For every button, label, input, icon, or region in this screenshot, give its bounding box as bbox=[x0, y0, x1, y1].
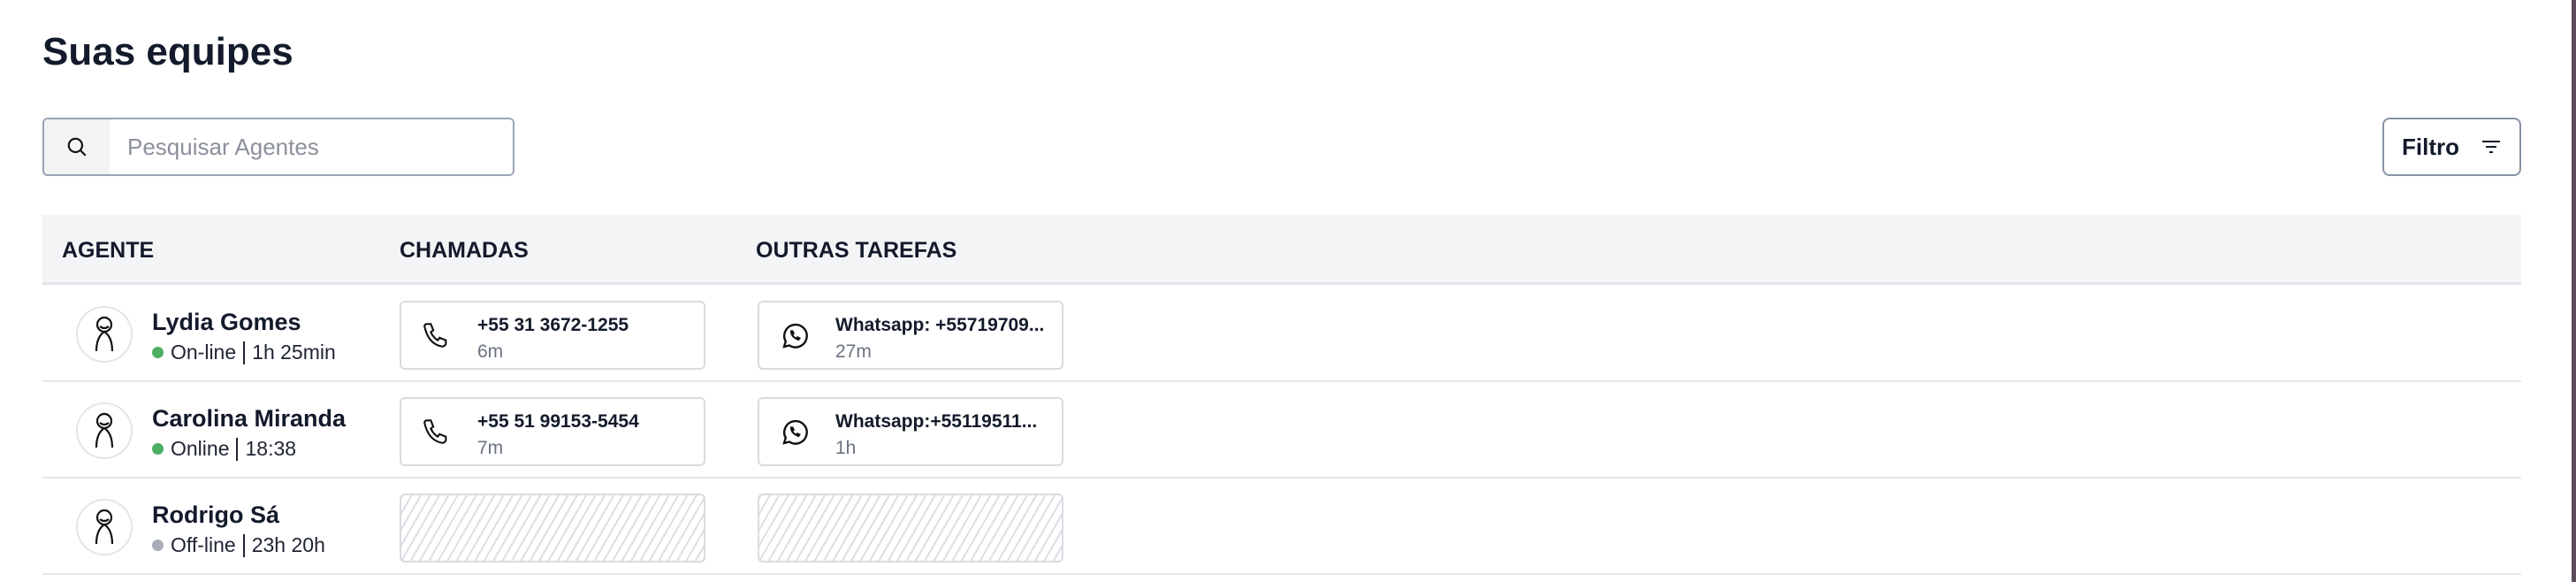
phone-icon bbox=[421, 417, 451, 451]
status-duration: 1h 25min bbox=[252, 341, 336, 364]
table-row[interactable]: Carolina Miranda Online 18:38 +55 51 99153… bbox=[42, 382, 2521, 479]
search-input[interactable] bbox=[110, 119, 513, 174]
column-header-agent: AGENTE bbox=[62, 238, 155, 263]
call-card[interactable]: +55 31 3672-1255 6m bbox=[400, 301, 705, 370]
task-time: 27m bbox=[835, 341, 872, 362]
separator bbox=[243, 341, 246, 364]
avatar-icon bbox=[76, 402, 133, 459]
page-title: Suas equipes bbox=[42, 30, 293, 73]
task-card[interactable]: Whatsapp:+55119511... 1h bbox=[758, 397, 1063, 466]
agent-name: Rodrigo Sá bbox=[152, 502, 280, 528]
call-time: 7m bbox=[477, 438, 504, 458]
task-label: Whatsapp: +55719709... bbox=[835, 315, 1045, 335]
whatsapp-icon bbox=[779, 417, 811, 453]
task-time: 1h bbox=[835, 438, 857, 458]
phone-icon bbox=[421, 320, 451, 355]
empty-task-slot bbox=[758, 494, 1063, 563]
empty-call-slot bbox=[400, 494, 705, 563]
task-label: Whatsapp:+55119511... bbox=[835, 411, 1038, 432]
search-icon bbox=[44, 119, 110, 174]
call-card[interactable]: +55 51 99153-5454 7m bbox=[400, 397, 705, 466]
table-row[interactable]: Rodrigo Sá Off-line 23h 20h bbox=[42, 479, 2521, 575]
status-dot bbox=[152, 443, 164, 455]
call-time: 6m bbox=[477, 341, 504, 362]
whatsapp-icon bbox=[779, 320, 811, 356]
filter-button[interactable]: Filtro bbox=[2382, 118, 2521, 176]
status-duration: 23h 20h bbox=[251, 533, 325, 556]
agent-name: Carolina Miranda bbox=[152, 405, 347, 432]
task-card[interactable]: Whatsapp: +55719709... 27m bbox=[758, 301, 1063, 370]
column-header-other-tasks: OUTRAS TAREFAS bbox=[756, 238, 957, 263]
status-label: On-line bbox=[171, 341, 237, 364]
agent-status: On-line 1h 25min bbox=[152, 341, 336, 364]
search-box[interactable] bbox=[42, 118, 514, 176]
status-dot bbox=[152, 540, 164, 551]
status-duration: 18:38 bbox=[245, 437, 297, 460]
separator bbox=[236, 437, 239, 461]
filter-label: Filtro bbox=[2402, 133, 2459, 160]
status-dot bbox=[152, 347, 164, 358]
table-row[interactable]: Lydia Gomes On-line 1h 25min +55 31 3672-1… bbox=[42, 286, 2521, 382]
window-edge bbox=[2572, 0, 2576, 582]
status-label: Off-line bbox=[171, 533, 236, 556]
agent-status: Off-line 23h 20h bbox=[152, 533, 325, 557]
agent-status: Online 18:38 bbox=[152, 437, 296, 461]
call-number: +55 31 3672-1255 bbox=[477, 315, 629, 335]
column-header-calls: CHAMADAS bbox=[400, 238, 529, 263]
agent-name: Lydia Gomes bbox=[152, 309, 301, 335]
filter-icon bbox=[2482, 141, 2500, 153]
separator bbox=[242, 533, 245, 557]
avatar-icon bbox=[76, 306, 133, 363]
table-header: AGENTE CHAMADAS OUTRAS TAREFAS bbox=[42, 215, 2521, 285]
call-number: +55 51 99153-5454 bbox=[477, 411, 639, 432]
status-label: Online bbox=[171, 437, 230, 460]
avatar-icon bbox=[76, 499, 133, 555]
